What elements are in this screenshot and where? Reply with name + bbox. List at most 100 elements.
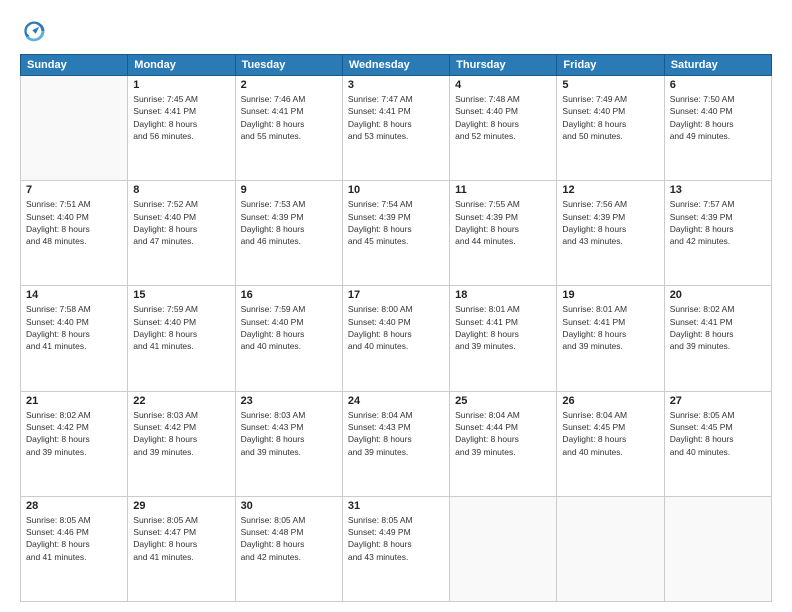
day-info: Sunrise: 7:45 AM Sunset: 4:41 PM Dayligh… bbox=[133, 93, 229, 142]
weekday-header-saturday: Saturday bbox=[664, 55, 771, 76]
day-number: 11 bbox=[455, 184, 551, 196]
day-cell: 2 Sunrise: 7:46 AM Sunset: 4:41 PM Daylig… bbox=[235, 76, 342, 181]
day-cell: 15 Sunrise: 7:59 AM Sunset: 4:40 PM Dayli… bbox=[128, 286, 235, 391]
day-number: 28 bbox=[26, 500, 122, 512]
day-info: Sunrise: 7:52 AM Sunset: 4:40 PM Dayligh… bbox=[133, 198, 229, 247]
day-info: Sunrise: 7:56 AM Sunset: 4:39 PM Dayligh… bbox=[562, 198, 658, 247]
day-number: 6 bbox=[670, 79, 766, 91]
day-info: Sunrise: 8:05 AM Sunset: 4:48 PM Dayligh… bbox=[241, 514, 337, 563]
day-number: 14 bbox=[26, 289, 122, 301]
week-row-2: 7Sunrise: 7:51 AM Sunset: 4:40 PM Daylig… bbox=[21, 181, 772, 286]
day-cell: 1Sunrise: 7:45 AM Sunset: 4:41 PM Daylig… bbox=[128, 76, 235, 181]
day-cell bbox=[450, 496, 557, 601]
day-info: Sunrise: 8:05 AM Sunset: 4:46 PM Dayligh… bbox=[26, 514, 122, 563]
day-number: 12 bbox=[562, 184, 658, 196]
day-cell: 28 Sunrise: 8:05 AM Sunset: 4:46 PM Dayli… bbox=[21, 496, 128, 601]
day-info: Sunrise: 7:49 AM Sunset: 4:40 PM Dayligh… bbox=[562, 93, 658, 142]
day-cell: 23 Sunrise: 8:03 AM Sunset: 4:43 PM Dayli… bbox=[235, 391, 342, 496]
day-cell: 21 Sunrise: 8:02 AM Sunset: 4:42 PM Dayli… bbox=[21, 391, 128, 496]
calendar: SundayMondayTuesdayWednesdayThursdayFrid… bbox=[20, 54, 772, 602]
day-info: Sunrise: 8:05 AM Sunset: 4:49 PM Dayligh… bbox=[348, 514, 444, 563]
day-cell: 12 Sunrise: 7:56 AM Sunset: 4:39 PM Dayli… bbox=[557, 181, 664, 286]
day-cell bbox=[557, 496, 664, 601]
day-number: 5 bbox=[562, 79, 658, 91]
day-cell: 5 Sunrise: 7:49 AM Sunset: 4:40 PM Daylig… bbox=[557, 76, 664, 181]
day-number: 3 bbox=[348, 79, 444, 91]
day-info: Sunrise: 7:51 AM Sunset: 4:40 PM Dayligh… bbox=[26, 198, 122, 247]
day-number: 24 bbox=[348, 395, 444, 407]
day-cell: 31 Sunrise: 8:05 AM Sunset: 4:49 PM Dayli… bbox=[342, 496, 449, 601]
weekday-header-sunday: Sunday bbox=[21, 55, 128, 76]
day-cell: 17 Sunrise: 8:00 AM Sunset: 4:40 PM Dayli… bbox=[342, 286, 449, 391]
day-cell: 24Sunrise: 8:04 AM Sunset: 4:43 PM Dayli… bbox=[342, 391, 449, 496]
day-number: 4 bbox=[455, 79, 551, 91]
day-info: Sunrise: 8:01 AM Sunset: 4:41 PM Dayligh… bbox=[455, 303, 551, 352]
day-cell: 4Sunrise: 7:48 AM Sunset: 4:40 PM Daylig… bbox=[450, 76, 557, 181]
day-info: Sunrise: 8:05 AM Sunset: 4:45 PM Dayligh… bbox=[670, 409, 766, 458]
day-info: Sunrise: 7:46 AM Sunset: 4:41 PM Dayligh… bbox=[241, 93, 337, 142]
day-info: Sunrise: 8:03 AM Sunset: 4:43 PM Dayligh… bbox=[241, 409, 337, 458]
week-row-3: 14Sunrise: 7:58 AM Sunset: 4:40 PM Dayli… bbox=[21, 286, 772, 391]
day-number: 23 bbox=[241, 395, 337, 407]
day-cell: 11 Sunrise: 7:55 AM Sunset: 4:39 PM Dayli… bbox=[450, 181, 557, 286]
day-number: 30 bbox=[241, 500, 337, 512]
weekday-header-row: SundayMondayTuesdayWednesdayThursdayFrid… bbox=[21, 55, 772, 76]
day-number: 19 bbox=[562, 289, 658, 301]
day-cell: 26Sunrise: 8:04 AM Sunset: 4:45 PM Dayli… bbox=[557, 391, 664, 496]
day-number: 25 bbox=[455, 395, 551, 407]
day-number: 17 bbox=[348, 289, 444, 301]
day-cell: 13 Sunrise: 7:57 AM Sunset: 4:39 PM Dayli… bbox=[664, 181, 771, 286]
day-info: Sunrise: 7:55 AM Sunset: 4:39 PM Dayligh… bbox=[455, 198, 551, 247]
day-info: Sunrise: 8:01 AM Sunset: 4:41 PM Dayligh… bbox=[562, 303, 658, 352]
day-info: Sunrise: 7:53 AM Sunset: 4:39 PM Dayligh… bbox=[241, 198, 337, 247]
day-number: 2 bbox=[241, 79, 337, 91]
day-number: 16 bbox=[241, 289, 337, 301]
day-cell: 25Sunrise: 8:04 AM Sunset: 4:44 PM Dayli… bbox=[450, 391, 557, 496]
day-cell: 30 Sunrise: 8:05 AM Sunset: 4:48 PM Dayli… bbox=[235, 496, 342, 601]
day-number: 21 bbox=[26, 395, 122, 407]
day-info: Sunrise: 8:02 AM Sunset: 4:42 PM Dayligh… bbox=[26, 409, 122, 458]
day-info: Sunrise: 8:02 AM Sunset: 4:41 PM Dayligh… bbox=[670, 303, 766, 352]
logo-icon bbox=[20, 18, 48, 46]
day-number: 13 bbox=[670, 184, 766, 196]
day-number: 18 bbox=[455, 289, 551, 301]
day-number: 22 bbox=[133, 395, 229, 407]
day-info: Sunrise: 7:54 AM Sunset: 4:39 PM Dayligh… bbox=[348, 198, 444, 247]
weekday-header-wednesday: Wednesday bbox=[342, 55, 449, 76]
weekday-header-thursday: Thursday bbox=[450, 55, 557, 76]
day-info: Sunrise: 8:00 AM Sunset: 4:40 PM Dayligh… bbox=[348, 303, 444, 352]
day-cell: 16Sunrise: 7:59 AM Sunset: 4:40 PM Dayli… bbox=[235, 286, 342, 391]
day-number: 29 bbox=[133, 500, 229, 512]
day-info: Sunrise: 7:59 AM Sunset: 4:40 PM Dayligh… bbox=[133, 303, 229, 352]
day-cell bbox=[664, 496, 771, 601]
day-number: 9 bbox=[241, 184, 337, 196]
day-cell: 14Sunrise: 7:58 AM Sunset: 4:40 PM Dayli… bbox=[21, 286, 128, 391]
week-row-4: 21 Sunrise: 8:02 AM Sunset: 4:42 PM Dayli… bbox=[21, 391, 772, 496]
weekday-header-tuesday: Tuesday bbox=[235, 55, 342, 76]
day-cell: 10 Sunrise: 7:54 AM Sunset: 4:39 PM Dayli… bbox=[342, 181, 449, 286]
day-cell: 19 Sunrise: 8:01 AM Sunset: 4:41 PM Dayli… bbox=[557, 286, 664, 391]
day-info: Sunrise: 7:57 AM Sunset: 4:39 PM Dayligh… bbox=[670, 198, 766, 247]
day-cell: 9 Sunrise: 7:53 AM Sunset: 4:39 PM Daylig… bbox=[235, 181, 342, 286]
day-number: 10 bbox=[348, 184, 444, 196]
day-number: 31 bbox=[348, 500, 444, 512]
day-info: Sunrise: 7:50 AM Sunset: 4:40 PM Dayligh… bbox=[670, 93, 766, 142]
day-info: Sunrise: 8:03 AM Sunset: 4:42 PM Dayligh… bbox=[133, 409, 229, 458]
logo bbox=[20, 18, 52, 46]
day-info: Sunrise: 8:04 AM Sunset: 4:45 PM Dayligh… bbox=[562, 409, 658, 458]
day-cell: 22 Sunrise: 8:03 AM Sunset: 4:42 PM Dayli… bbox=[128, 391, 235, 496]
day-cell bbox=[21, 76, 128, 181]
day-cell: 7Sunrise: 7:51 AM Sunset: 4:40 PM Daylig… bbox=[21, 181, 128, 286]
day-cell: 3 Sunrise: 7:47 AM Sunset: 4:41 PM Daylig… bbox=[342, 76, 449, 181]
day-info: Sunrise: 7:47 AM Sunset: 4:41 PM Dayligh… bbox=[348, 93, 444, 142]
day-number: 20 bbox=[670, 289, 766, 301]
day-cell: 6 Sunrise: 7:50 AM Sunset: 4:40 PM Daylig… bbox=[664, 76, 771, 181]
day-number: 8 bbox=[133, 184, 229, 196]
day-cell: 29Sunrise: 8:05 AM Sunset: 4:47 PM Dayli… bbox=[128, 496, 235, 601]
weekday-header-friday: Friday bbox=[557, 55, 664, 76]
day-number: 27 bbox=[670, 395, 766, 407]
week-row-1: 1Sunrise: 7:45 AM Sunset: 4:41 PM Daylig… bbox=[21, 76, 772, 181]
day-number: 15 bbox=[133, 289, 229, 301]
day-cell: 20 Sunrise: 8:02 AM Sunset: 4:41 PM Dayli… bbox=[664, 286, 771, 391]
weekday-header-monday: Monday bbox=[128, 55, 235, 76]
